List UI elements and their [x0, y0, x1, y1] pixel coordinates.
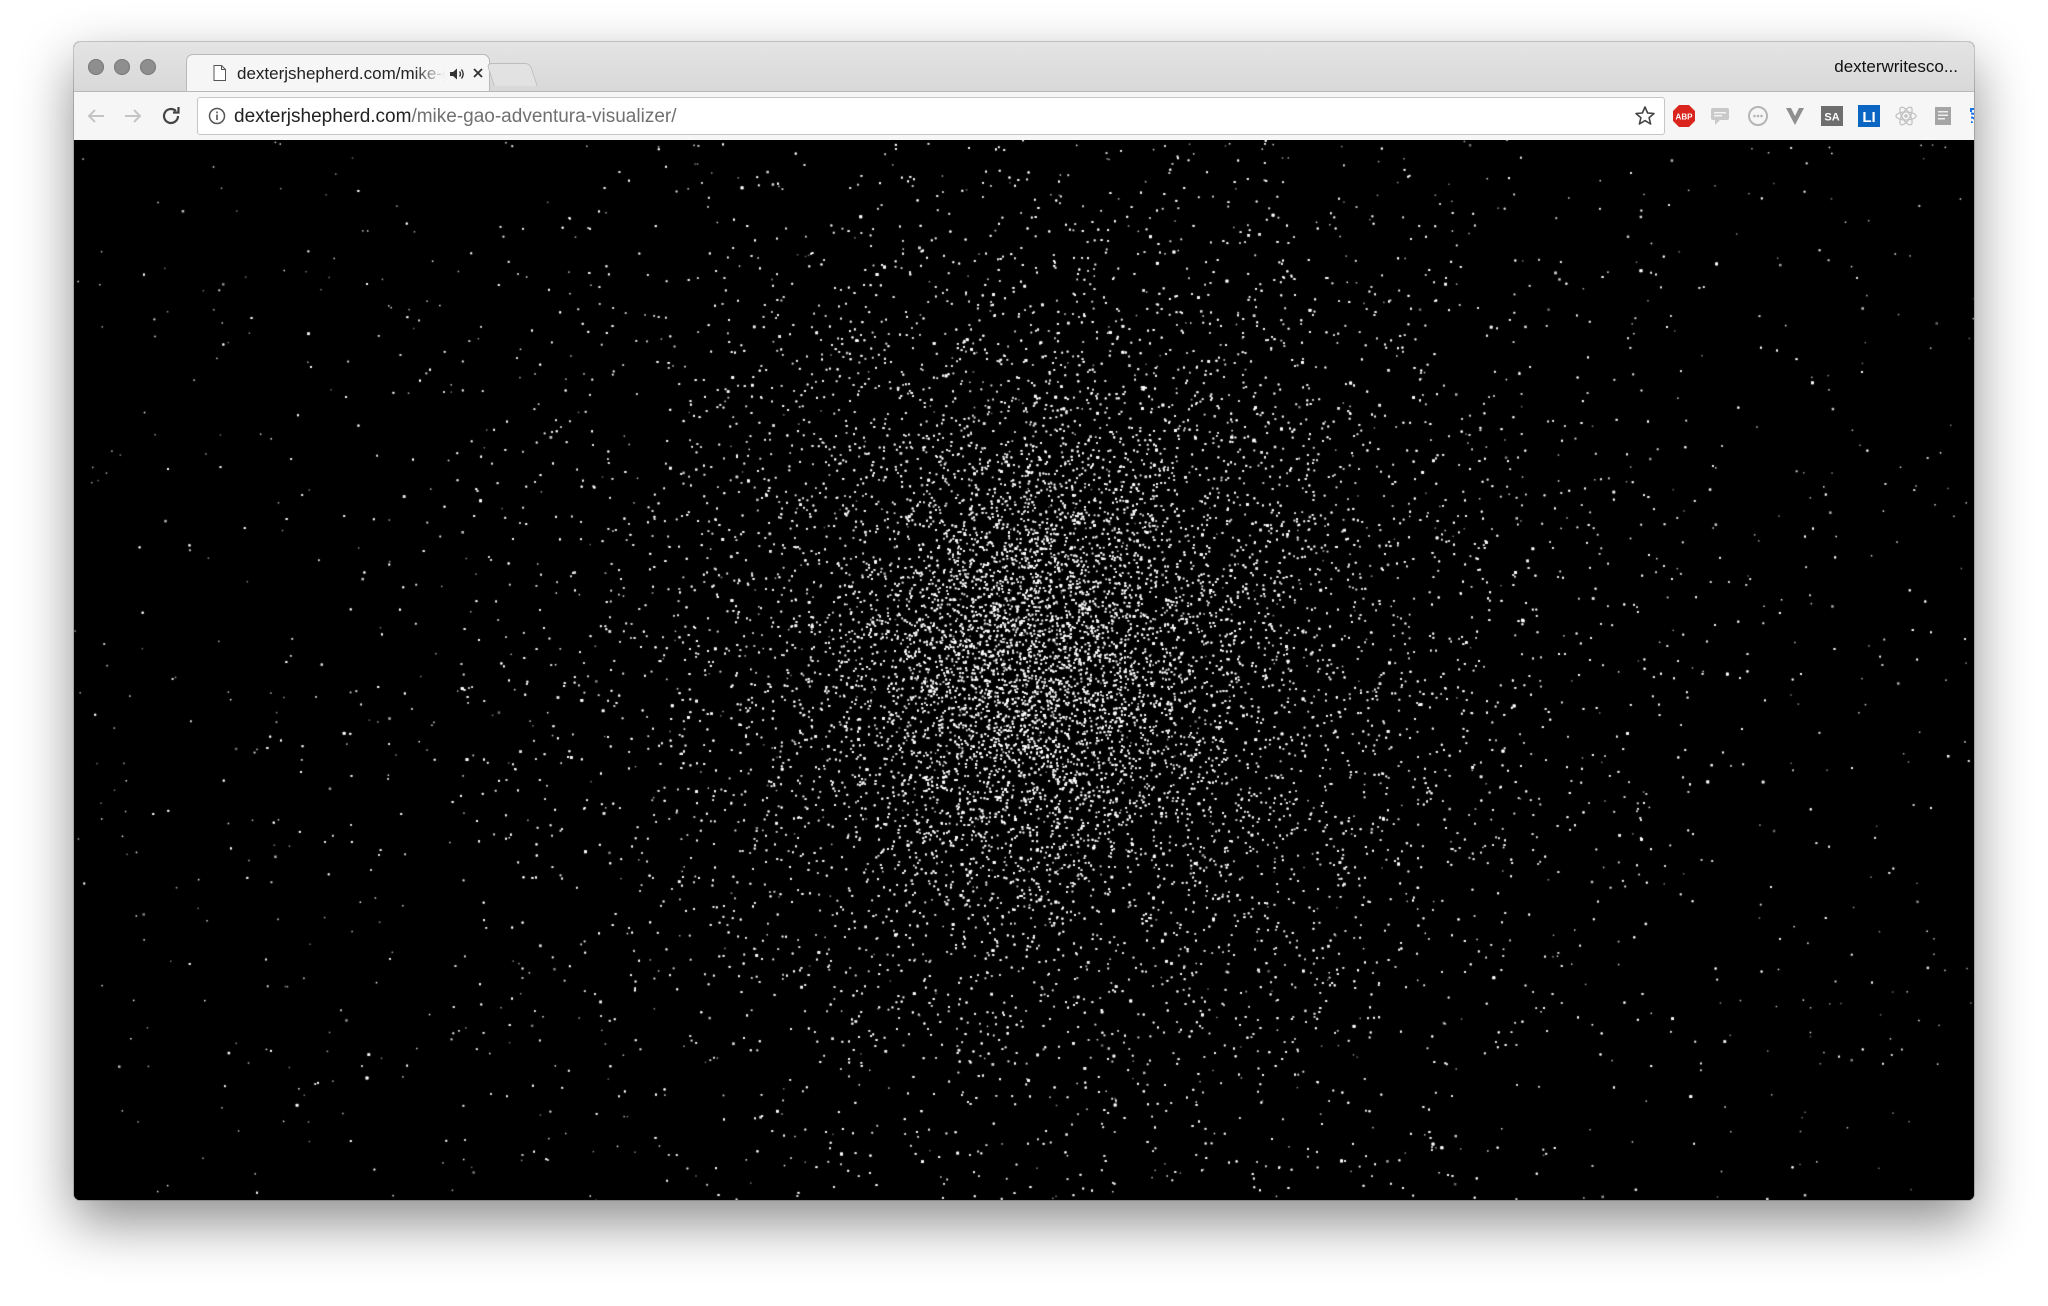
cast-icon[interactable]	[1968, 104, 1974, 128]
sa-icon[interactable]: SA	[1820, 104, 1844, 128]
chat-icon[interactable]	[1708, 104, 1732, 128]
browser-window: dexterjshepherd.com/mike-gao-adventura-v…	[74, 42, 1974, 1200]
audio-playing-icon[interactable]	[449, 67, 465, 81]
address-bar[interactable]: dexterjshepherd.com/mike-gao-adventura-v…	[197, 97, 1665, 135]
info-icon[interactable]	[208, 107, 226, 125]
linkedin-label: LI	[1862, 109, 1875, 126]
reader-icon[interactable]	[1931, 104, 1955, 128]
minimize-window-button[interactable]	[114, 59, 130, 75]
bookmark-star-icon[interactable]	[1634, 105, 1656, 127]
active-tab[interactable]: dexterjshepherd.com/mike-gao-adventura-v…	[186, 54, 490, 93]
tab-close-icon[interactable]	[471, 66, 485, 80]
reload-icon[interactable]	[159, 104, 183, 128]
adblock-plus-icon[interactable]: ABP	[1672, 104, 1696, 128]
url-text[interactable]: dexterjshepherd.com/mike-gao-adventura-v…	[234, 106, 677, 128]
circle-ellipsis-icon[interactable]	[1746, 104, 1770, 128]
particle-visualizer[interactable]	[74, 140, 1974, 1200]
document-icon	[213, 65, 226, 81]
vimium-icon[interactable]	[1783, 104, 1807, 128]
adblock-label: ABP	[1676, 113, 1694, 122]
zoom-window-button[interactable]	[140, 59, 156, 75]
new-tab-button[interactable]	[486, 63, 538, 86]
sa-label: SA	[1824, 112, 1839, 124]
linkedin-icon[interactable]: LI	[1857, 104, 1881, 128]
toolbar: dexterjshepherd.com/mike-gao-adventura-v…	[74, 91, 1974, 141]
profile-name[interactable]: dexterwritesco...	[1834, 57, 1958, 77]
back-arrow-icon[interactable]	[84, 104, 108, 128]
tab-title: dexterjshepherd.com/mike-gao-adventura-v…	[237, 64, 445, 83]
tab-strip: dexterjshepherd.com/mike-gao-adventura-v…	[74, 42, 1974, 93]
url-host: dexterjshepherd.com	[234, 106, 412, 127]
close-window-button[interactable]	[88, 59, 104, 75]
visualizer-canvas-area[interactable]	[74, 140, 1974, 1200]
forward-arrow-icon[interactable]	[121, 104, 145, 128]
url-path: /mike-gao-adventura-visualizer/	[411, 106, 677, 127]
react-devtools-icon[interactable]	[1894, 104, 1918, 128]
